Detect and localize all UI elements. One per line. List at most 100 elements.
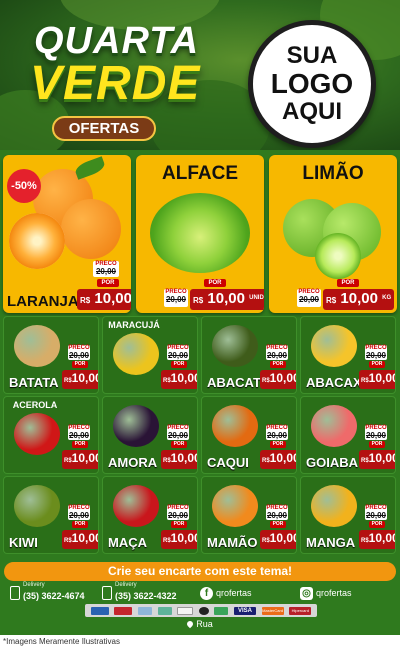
caqui-image bbox=[212, 405, 258, 447]
contact-delivery-1: Delivery (35) 3622-4674 bbox=[10, 582, 85, 604]
sale-price: R$10,00 bbox=[62, 530, 99, 549]
maracuja-image bbox=[113, 333, 159, 375]
currency: R$ bbox=[64, 378, 72, 384]
contact-instagram[interactable]: ◎ qrofertas bbox=[300, 582, 352, 604]
old-price: 20,00 bbox=[365, 431, 387, 440]
pix-icon bbox=[157, 606, 172, 615]
product-name: ACEROLA bbox=[12, 400, 58, 410]
maca-image bbox=[113, 485, 159, 527]
por-label: POR bbox=[72, 361, 88, 368]
address-text: Rua bbox=[196, 619, 213, 629]
price-tag: PRECO 20,00 POR R$10,00 bbox=[357, 505, 395, 553]
header-banner: QUARTA VERDE OFERTAS SUA LOGO AQUI bbox=[0, 0, 400, 150]
por-label: POR bbox=[270, 361, 286, 368]
instagram-handle[interactable]: qrofertas bbox=[316, 588, 352, 598]
product-name: CAQUI bbox=[207, 455, 249, 470]
price-tag: PRECO 20,00 POR R$10,00 bbox=[258, 345, 297, 393]
old-price-box: PRECO 20,00 bbox=[167, 345, 189, 360]
price-value: 10,00 bbox=[368, 371, 396, 385]
price-tag: PRECO 20,00 POR R$10,00 bbox=[159, 505, 197, 553]
product-card-mamao: MAMÃO PRECO 20,00 POR R$10,00 bbox=[201, 476, 297, 554]
old-price-box: PRECO 20,00 bbox=[164, 289, 188, 307]
por-label: POR bbox=[369, 441, 385, 448]
old-price: 20,00 bbox=[365, 351, 387, 360]
price-tag: PRECO 20,00 POR R$10,00 bbox=[357, 425, 395, 473]
price-tag: PRECO 20,00 POR R$10,00 bbox=[159, 345, 197, 393]
product-name: LARANJA bbox=[7, 293, 79, 310]
old-price-box: PRECO 20,00 bbox=[365, 345, 387, 360]
unit-label: UNID bbox=[249, 295, 264, 301]
phone-number[interactable]: (35) 3622-4322 bbox=[115, 591, 177, 601]
facebook-handle[interactable]: qrofertas bbox=[216, 588, 252, 598]
old-price-box: PRECO 20,00 bbox=[365, 425, 387, 440]
old-price: 20,00 bbox=[68, 431, 90, 440]
old-price-box: PRECO 20,00 bbox=[167, 505, 189, 520]
product-name: MANGA bbox=[306, 535, 356, 550]
product-card-manga: MANGA PRECO 20,00 POR R$10,00 bbox=[300, 476, 396, 554]
price-value: 10,00 bbox=[269, 371, 297, 385]
price-value: 10,00 bbox=[269, 451, 297, 465]
amora-image bbox=[113, 405, 159, 447]
sale-price: R$10,00 bbox=[260, 530, 296, 549]
currency: R$ bbox=[361, 378, 369, 384]
title-verde: VERDE bbox=[30, 57, 201, 110]
por-label: POR bbox=[171, 441, 187, 448]
old-price: 20,00 bbox=[298, 295, 320, 304]
currency: R$ bbox=[64, 538, 72, 544]
old-price: 20,00 bbox=[167, 351, 189, 360]
sale-price: R$10,00 bbox=[62, 450, 98, 469]
old-price: 20,00 bbox=[165, 295, 187, 304]
price-tag: PRECO 20,00 POR R$10,00 bbox=[159, 425, 197, 473]
price-tag: PRECO 20,00 POR R$10,00 bbox=[258, 425, 297, 473]
old-price: 20,00 bbox=[68, 511, 90, 520]
currency: R$ bbox=[361, 538, 369, 544]
product-name: ALFACE bbox=[162, 163, 238, 184]
product-name: MAMÃO bbox=[207, 535, 258, 550]
sale-price: R$10,00 bbox=[359, 450, 395, 469]
disclaimer: *Imagens Meramente Ilustrativas bbox=[3, 637, 120, 646]
old-price: 20,00 bbox=[167, 511, 189, 520]
currency: R$ bbox=[326, 296, 337, 305]
sale-price: R$10,00 bbox=[359, 530, 395, 549]
card-icon bbox=[177, 606, 194, 615]
sale-price: R$10,00 bbox=[260, 450, 297, 469]
orange-slice-image bbox=[9, 213, 65, 269]
old-price: 20,00 bbox=[266, 511, 288, 520]
logo-text-1: SUA bbox=[286, 42, 338, 69]
unit-label: KG bbox=[382, 295, 392, 301]
location-pin-icon bbox=[185, 619, 195, 629]
sale-price: R$10,00 bbox=[161, 370, 197, 389]
contact-delivery-2: Delivery (35) 3622-4322 bbox=[102, 582, 177, 604]
product-card-caqui: CAQUI PRECO 20,00 POR R$10,00 bbox=[201, 396, 297, 474]
sale-price: R$ 10,00 UNID bbox=[190, 289, 264, 310]
abacaxi-image bbox=[311, 325, 357, 367]
por-label: POR bbox=[171, 361, 187, 368]
old-price: 20,00 bbox=[266, 431, 288, 440]
old-price-box: PRECO 20,00 bbox=[365, 505, 387, 520]
old-price-box: PRECO 20,00 bbox=[68, 425, 90, 440]
por-label: POR bbox=[72, 441, 88, 448]
old-price: 20,00 bbox=[68, 351, 90, 360]
old-price-box: PRECO 20,00 bbox=[167, 425, 189, 440]
por-label: POR bbox=[97, 279, 119, 287]
phone-number[interactable]: (35) 3622-4674 bbox=[23, 591, 85, 601]
old-price: 20,00 bbox=[266, 351, 288, 360]
price-value: 10,00 bbox=[340, 290, 378, 307]
cta-banner[interactable]: Crie seu encarte com este tema! bbox=[4, 562, 396, 581]
old-price: 20,00 bbox=[167, 431, 189, 440]
phone-icon bbox=[10, 586, 20, 600]
sale-price: R$ 10,00 KG bbox=[77, 289, 131, 310]
product-name: MARACUJÁ bbox=[108, 320, 160, 330]
product-card-abacaxi: ABACAXI PRECO 20,00 POR R$10,00 bbox=[300, 316, 396, 394]
contact-facebook[interactable]: f qrofertas bbox=[200, 582, 252, 604]
discount-badge: -50% bbox=[7, 169, 41, 203]
product-card-abacate: ABACATE PRECO 20,00 POR R$10,00 bbox=[201, 316, 297, 394]
currency: R$ bbox=[262, 538, 270, 544]
por-label: POR bbox=[204, 279, 226, 287]
lettuce-image bbox=[150, 193, 250, 273]
payment-methods: VISA MasterCard Hipercard bbox=[85, 604, 317, 617]
price-value: 10,00 bbox=[71, 371, 99, 385]
currency: R$ bbox=[361, 458, 369, 464]
price-value: 10,00 bbox=[71, 531, 99, 545]
currency: R$ bbox=[163, 378, 171, 384]
